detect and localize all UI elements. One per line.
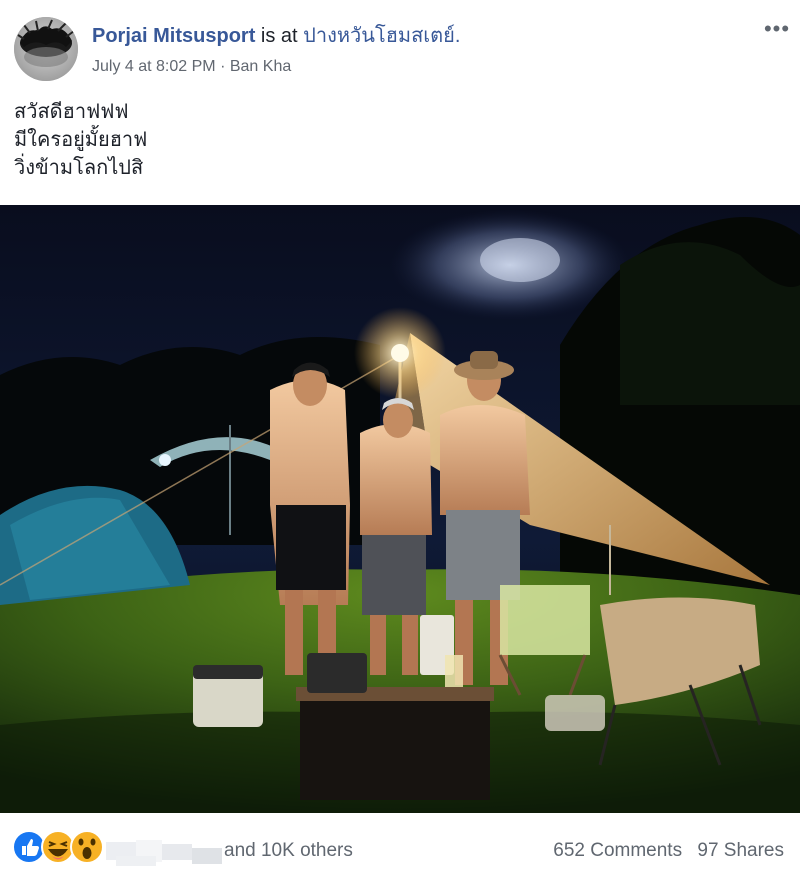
author-avatar[interactable] bbox=[14, 17, 78, 81]
post-message: สวัสดีฮาฟฟฟ มีใครอยู่มั้ยฮาฟ วิ่งข้ามโลก… bbox=[14, 98, 147, 182]
more-options-icon[interactable]: ••• bbox=[762, 18, 792, 40]
author-name-link[interactable]: Porjai Mitsusport bbox=[92, 25, 255, 47]
post-text-line: วิ่งข้ามโลกไปสิ bbox=[14, 157, 144, 179]
post-timestamp[interactable]: July 4 at 8:02 PM bbox=[92, 58, 216, 75]
post-footer: and 10K others 652 Comments 97 Shares bbox=[0, 816, 800, 882]
like-icon bbox=[12, 830, 46, 864]
avatar-image bbox=[14, 17, 78, 81]
post-title: Porjai Mitsusport is at ปางหวันโฮมสเตย์. bbox=[92, 24, 460, 48]
comments-count-link[interactable]: 652 Comments bbox=[553, 840, 682, 862]
is-at-text: is at bbox=[260, 25, 298, 47]
engagement-counts: 652 Comments 97 Shares bbox=[553, 840, 784, 862]
place-link[interactable]: ปางหวันโฮมสเตย์. bbox=[303, 25, 460, 47]
post-meta: July 4 at 8:02 PM · Ban Kha bbox=[92, 58, 291, 76]
haha-icon bbox=[41, 830, 75, 864]
post-photo[interactable] bbox=[0, 205, 800, 813]
post-text-line: สวัสดีฮาฟฟฟ bbox=[14, 101, 129, 123]
wow-icon bbox=[70, 830, 104, 864]
reactions-others-text[interactable]: and 10K others bbox=[224, 840, 353, 862]
location-link[interactable]: Ban Kha bbox=[230, 58, 291, 75]
reaction-icons[interactable] bbox=[12, 830, 112, 864]
post-text-line: มีใครอยู่มั้ยฮาฟ bbox=[14, 129, 148, 151]
shares-count-link[interactable]: 97 Shares bbox=[697, 840, 784, 862]
post-header: Porjai Mitsusport is at ปางหวันโฮมสเตย์.… bbox=[0, 0, 800, 90]
meta-separator: · bbox=[220, 58, 226, 75]
blurred-names bbox=[106, 840, 222, 866]
